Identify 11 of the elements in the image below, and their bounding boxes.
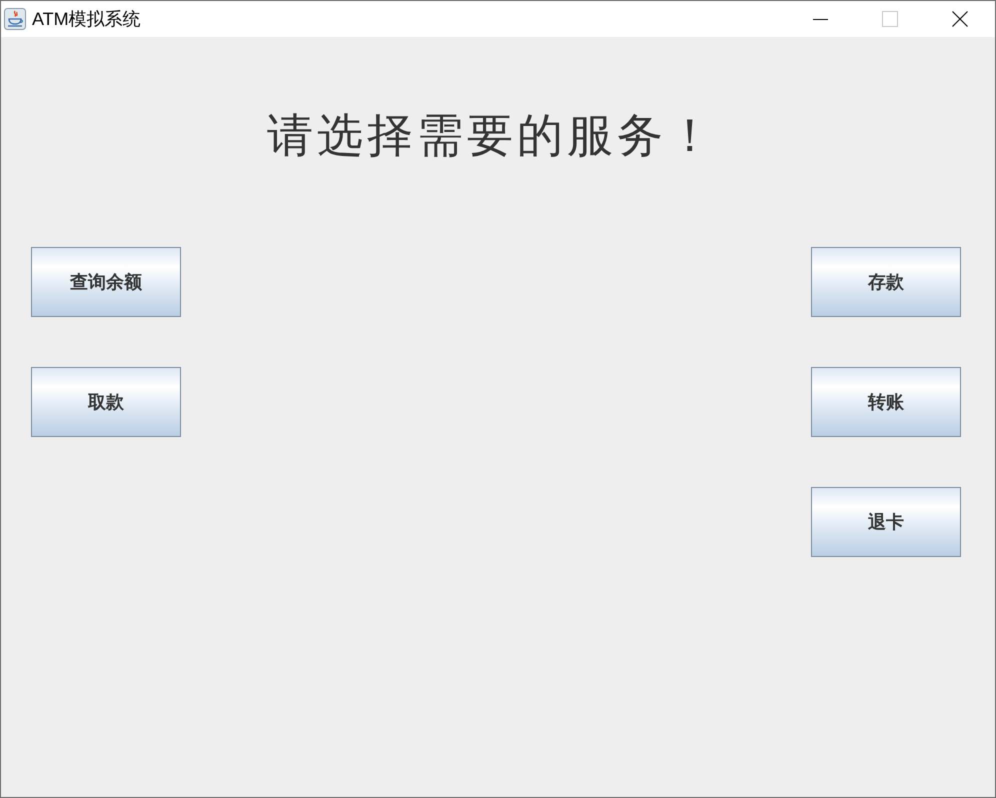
coffee-cup-icon xyxy=(4,8,26,30)
close-icon xyxy=(952,11,968,27)
heading: 请选择需要的服务！ xyxy=(267,107,717,164)
service-button[interactable]: 查询余额 xyxy=(31,247,181,317)
service-button[interactable]: 取款 xyxy=(31,367,181,437)
service-button[interactable]: 转账 xyxy=(811,367,961,437)
service-button[interactable]: 存款 xyxy=(811,247,961,317)
maximize-icon xyxy=(882,11,898,27)
minimize-icon xyxy=(812,18,828,20)
service-button[interactable]: 退卡 xyxy=(811,487,961,557)
window-title: ATM模拟系统 xyxy=(32,8,141,31)
